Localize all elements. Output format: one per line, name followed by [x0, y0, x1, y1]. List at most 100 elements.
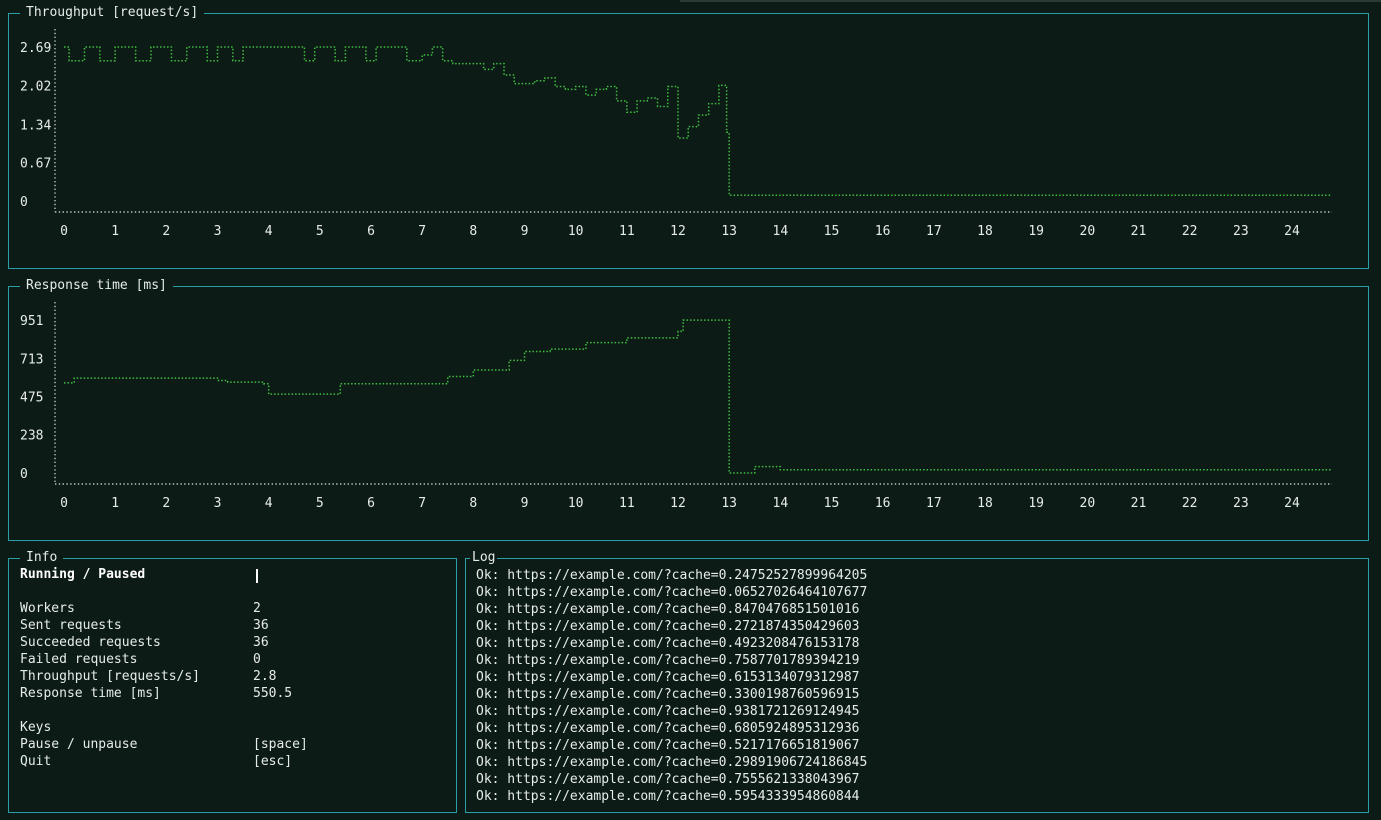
- series-line: [64, 46, 1332, 197]
- x-tick-label: 21: [1131, 224, 1147, 239]
- top-bar: [0, 0, 1381, 4]
- log-line: Ok: https://example.com/?cache=0.2475252…: [476, 568, 868, 583]
- log-line: Ok: https://example.com/?cache=0.7555621…: [476, 772, 860, 787]
- x-tick-label: 10: [568, 224, 584, 239]
- x-tick-label: 2: [162, 496, 170, 511]
- x-tick-label: 21: [1131, 496, 1147, 511]
- log-line: Ok: https://example.com/?cache=0.2989190…: [476, 755, 868, 770]
- log-line: Ok: https://example.com/?cache=0.4923208…: [476, 636, 860, 651]
- info-row-value: 550.5: [253, 686, 293, 701]
- log-line: Ok: https://example.com/?cache=0.6153134…: [476, 670, 860, 685]
- x-tick-label: 12: [670, 496, 686, 511]
- info-row-key: Throughput [requests/s]: [20, 669, 201, 684]
- x-tick-label: 0: [60, 224, 68, 239]
- log-line: Ok: https://example.com/?cache=0.9381721…: [476, 704, 860, 719]
- key-row-action: Quit: [20, 754, 52, 769]
- y-tick-label: 2.02: [20, 79, 51, 94]
- info-row-value: 36: [253, 618, 269, 633]
- x-tick-label: 10: [568, 496, 584, 511]
- x-tick-label: 13: [721, 224, 737, 239]
- x-tick-label: 22: [1182, 224, 1198, 239]
- x-tick-label: 11: [619, 224, 635, 239]
- log-line: Ok: https://example.com/?cache=0.5217176…: [476, 738, 860, 753]
- info-row-key: Response time [ms]: [20, 686, 161, 701]
- x-tick-label: 16: [875, 496, 891, 511]
- x-tick-label: 20: [1080, 496, 1096, 511]
- log-line: Ok: https://example.com/?cache=0.3300198…: [476, 687, 860, 702]
- log-line: Ok: https://example.com/?cache=0.8470476…: [476, 602, 860, 617]
- x-tick-label: 12: [670, 224, 686, 239]
- x-tick-label: 17: [926, 496, 942, 511]
- x-tick-label: 15: [824, 496, 840, 511]
- x-tick-label: 0: [60, 496, 68, 511]
- y-tick-label: 2.69: [20, 41, 51, 56]
- x-tick-label: 2: [162, 224, 170, 239]
- x-tick-label: 8: [469, 224, 477, 239]
- info-row-value: 36: [253, 635, 269, 650]
- x-tick-label: 4: [265, 224, 273, 239]
- series-line: [64, 319, 1332, 474]
- x-tick-label: 14: [773, 224, 789, 239]
- x-tick-label: 8: [469, 496, 477, 511]
- x-tick-label: 20: [1080, 224, 1096, 239]
- info-row-key: Failed requests: [20, 652, 138, 667]
- x-tick-label: 15: [824, 224, 840, 239]
- x-tick-label: 9: [521, 496, 529, 511]
- response-time-panel: Response time [ms] 951 713 475 238 0 0 1 2 3 4 5 6 7…: [8, 278, 1369, 541]
- info-row-value: 2: [253, 601, 261, 616]
- x-tick-label: 19: [1028, 224, 1044, 239]
- log-line: Ok: https://example.com/?cache=0.7587701…: [476, 653, 860, 668]
- x-tick-label: 19: [1028, 496, 1044, 511]
- key-row-binding: [esc]: [253, 754, 293, 769]
- log-line: Ok: https://example.com/?cache=0.5954333…: [476, 789, 860, 804]
- info-title: Info: [20, 550, 64, 566]
- x-tick-label: 17: [926, 224, 942, 239]
- x-tick-label: 7: [418, 496, 426, 511]
- info-row-key: Workers: [20, 601, 75, 616]
- log-line: Ok: https://example.com/?cache=0.2721874…: [476, 619, 860, 634]
- x-tick-label: 24: [1284, 224, 1300, 239]
- log-line: Ok: https://example.com/?cache=0.6805924…: [476, 721, 860, 736]
- x-tick-label: 9: [521, 224, 529, 239]
- x-tick-label: 11: [619, 496, 635, 511]
- x-tick-label: 23: [1233, 224, 1249, 239]
- x-tick-label: 14: [773, 496, 789, 511]
- x-tick-label: 1: [111, 496, 119, 511]
- y-tick-label: 475: [20, 391, 43, 406]
- info-panel: Info Running / Paused Workers 2 Sent reque…: [8, 550, 457, 813]
- x-tick-label: 7: [418, 224, 426, 239]
- y-tick-label: 238: [20, 429, 43, 444]
- log-panel: Log Ok: https://example.com/?cache=0.247…: [465, 550, 1369, 813]
- key-row-binding: [space]: [253, 737, 308, 752]
- x-tick-label: 18: [977, 224, 993, 239]
- x-tick-label: 3: [214, 496, 222, 511]
- y-tick-label: 951: [20, 314, 43, 329]
- info-row-value: 2.8: [253, 669, 277, 684]
- x-tick-label: 13: [721, 496, 737, 511]
- x-tick-label: 6: [367, 224, 375, 239]
- y-tick-label: 0.67: [20, 157, 51, 172]
- y-tick-label: 1.34: [20, 118, 51, 133]
- y-tick-label: 713: [20, 352, 43, 367]
- response-time-chart: 95171347523800 1 2 3 4 5 6 7 8 9 10 11 12 13 14 15 16 17 1…: [20, 302, 1332, 511]
- keys-heading: Keys: [20, 720, 52, 735]
- x-tick-label: 16: [875, 224, 891, 239]
- status-label: Running / Paused: [20, 567, 146, 582]
- x-tick-label: 4: [265, 496, 273, 511]
- log-line: Ok: https://example.com/?cache=0.0652702…: [476, 585, 868, 600]
- log-title: Log: [470, 550, 498, 566]
- x-tick-label: 6: [367, 496, 375, 511]
- x-tick-label: 24: [1284, 496, 1300, 511]
- top-bar-segment: [680, 0, 1381, 2]
- x-tick-label: 18: [977, 496, 993, 511]
- x-tick-label: 5: [316, 496, 324, 511]
- throughput-panel: Throughput [request/s] 2.69 2.02 1.34 0.67 0…: [8, 5, 1369, 269]
- y-tick-label: 0: [20, 467, 28, 482]
- info-row-key: Sent requests: [20, 618, 122, 633]
- info-row-key: Succeeded requests: [20, 635, 161, 650]
- throughput-chart: 2.692.021.340.6700 1 2 3 4 5 6 7 8 9 10 11 12 13 14 15 1…: [20, 29, 1332, 239]
- x-tick-label: 1: [111, 224, 119, 239]
- info-row-value: 0: [253, 652, 261, 667]
- y-tick-label: 0: [20, 195, 28, 210]
- status-cursor: [256, 569, 258, 583]
